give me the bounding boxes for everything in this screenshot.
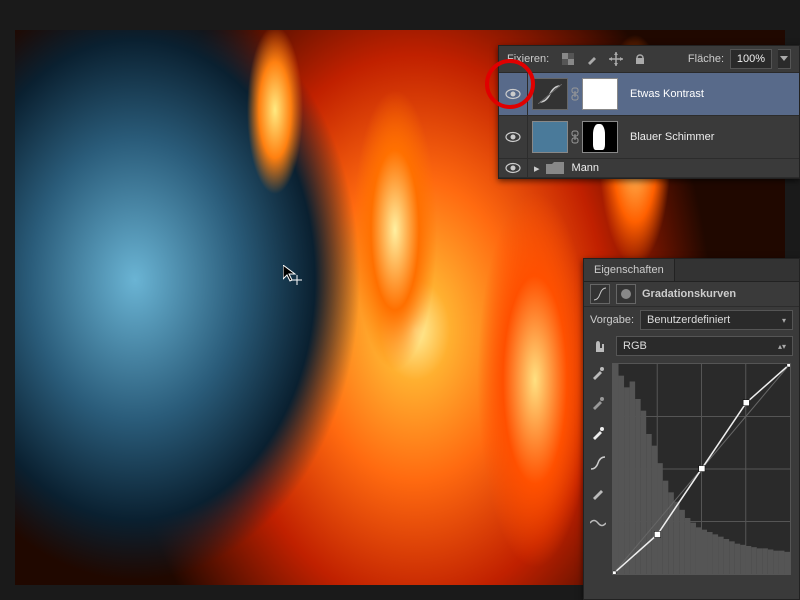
folder-collapse-icon[interactable]: ▸ (528, 162, 546, 175)
properties-title-row: Gradationskurven (584, 282, 799, 307)
layer-name-label[interactable]: Blauer Schimmer (622, 131, 799, 143)
layer-row-mann[interactable]: ▸ Mann (499, 159, 799, 178)
chevron-updown-icon: ▴▾ (778, 342, 786, 351)
curve-smooth-icon[interactable] (588, 513, 608, 533)
preset-value: Benutzerdefiniert (647, 314, 730, 326)
lock-all-icon[interactable] (631, 50, 649, 68)
lock-paint-icon[interactable] (583, 50, 601, 68)
layer-visibility-toggle[interactable] (499, 73, 528, 115)
lock-label: Fixieren: (507, 53, 549, 65)
channel-select[interactable]: RGB ▴▾ (616, 336, 793, 356)
adjustment-title: Gradationskurven (642, 288, 736, 300)
properties-tab-bar: Eigenschaften (584, 259, 799, 282)
lock-transparent-icon[interactable] (559, 50, 577, 68)
folder-icon (546, 162, 564, 174)
preset-row: Vorgabe: Benutzerdefiniert ▾ (584, 307, 799, 333)
layer-row-etwas-kontrast[interactable]: Etwas Kontrast (499, 73, 799, 116)
layer-mask-thumb[interactable] (582, 121, 618, 153)
layer-mask-thumb[interactable] (582, 78, 618, 110)
preset-select[interactable]: Benutzerdefiniert ▾ (640, 310, 793, 330)
link-icon[interactable] (570, 130, 580, 144)
curve-point-tool-icon[interactable] (588, 453, 608, 473)
eye-icon (505, 162, 521, 174)
layers-lock-row: Fixieren: Fläche: (499, 46, 799, 73)
eyedropper-gray-icon[interactable] (588, 393, 608, 413)
eye-icon (505, 88, 521, 100)
layers-panel: Fixieren: Fläche: Etwas Kontrast (498, 45, 800, 179)
channel-value: RGB (623, 340, 647, 352)
preset-label: Vorgabe: (590, 314, 634, 326)
channel-row: RGB ▴▾ (584, 333, 799, 359)
fill-opacity-input[interactable] (730, 49, 772, 69)
properties-panel: Eigenschaften Gradationskurven Vorgabe: … (583, 258, 800, 600)
layer-name-label[interactable]: Mann (564, 162, 799, 174)
curves-graph[interactable] (612, 363, 791, 575)
lock-position-icon[interactable] (607, 50, 625, 68)
link-icon[interactable] (570, 87, 580, 101)
curve-pencil-tool-icon[interactable] (588, 483, 608, 503)
fill-label: Fläche: (688, 53, 724, 65)
layer-name-label[interactable]: Etwas Kontrast (622, 88, 799, 100)
layer-row-blauer-schimmer[interactable]: Blauer Schimmer (499, 116, 799, 159)
eyedropper-white-icon[interactable] (588, 423, 608, 443)
mask-icon[interactable] (616, 284, 636, 304)
layer-visibility-toggle[interactable] (499, 159, 528, 177)
curves-editor (584, 359, 799, 579)
layer-visibility-toggle[interactable] (499, 116, 528, 158)
curves-icon (590, 284, 610, 304)
curves-tool-column (584, 359, 612, 579)
properties-tab[interactable]: Eigenschaften (584, 259, 675, 281)
fill-dropdown-icon[interactable] (778, 49, 791, 69)
eyedropper-black-icon[interactable] (588, 363, 608, 383)
eye-icon (505, 131, 521, 143)
curves-adjustment-icon (532, 78, 568, 110)
finger-scrub-icon[interactable] (590, 336, 610, 356)
chevron-down-icon: ▾ (782, 316, 786, 325)
solid-color-thumb[interactable] (532, 121, 568, 153)
